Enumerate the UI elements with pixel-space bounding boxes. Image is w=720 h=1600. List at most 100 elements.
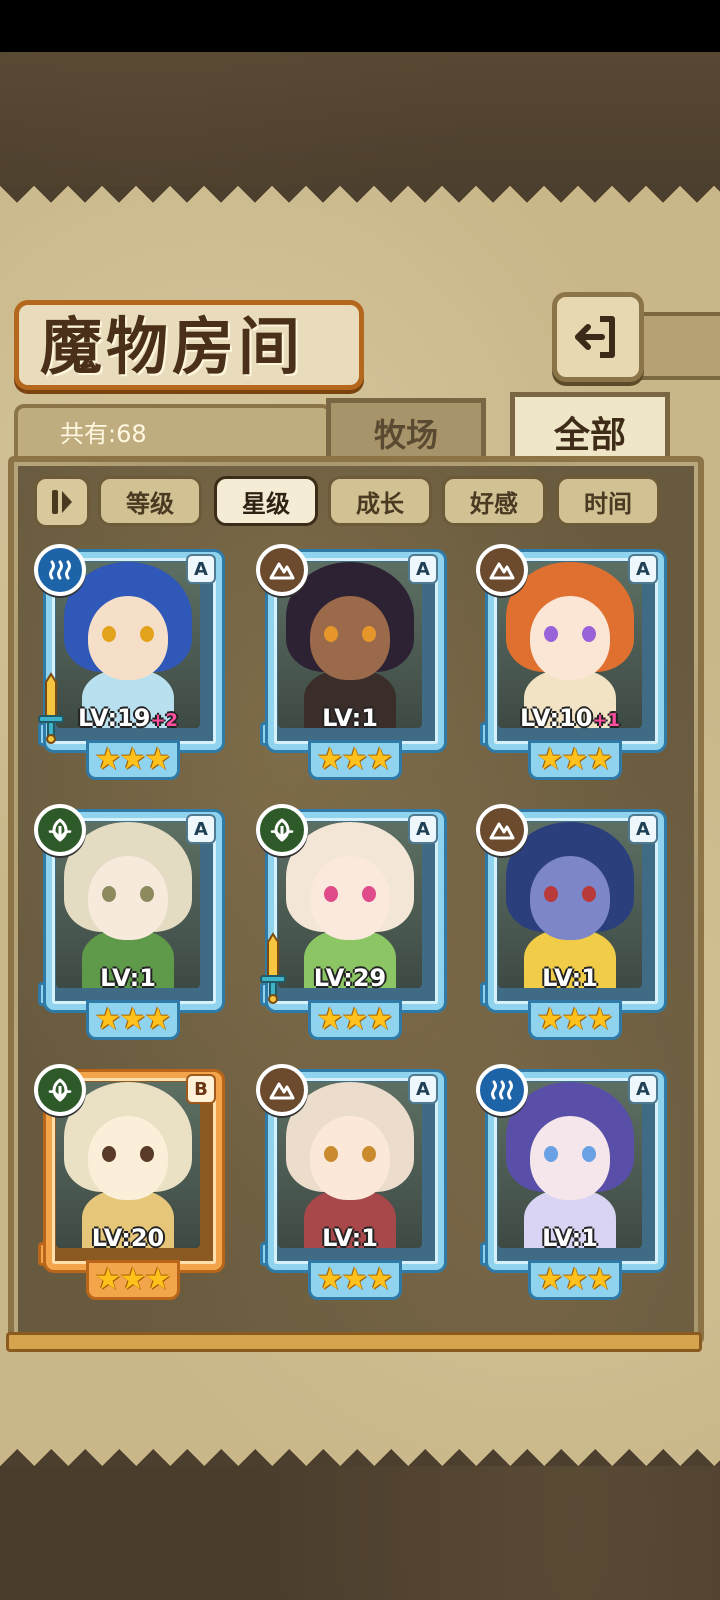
star-icon: ★ (94, 1262, 122, 1297)
monster-level: LV:20 (56, 1224, 200, 1252)
tab-pasture[interactable]: 牧场 (326, 398, 486, 463)
sort-order-icon (52, 490, 72, 514)
star-icon: ★ (316, 1262, 344, 1297)
rank-badge: A (186, 814, 216, 844)
background-band (0, 52, 720, 192)
star-icon: ★ (119, 1262, 147, 1297)
portrait-eye (362, 626, 376, 642)
water-icon (34, 544, 86, 596)
star-rating: ★ ★ ★ (86, 740, 180, 780)
monster-card[interactable]: LV:29 ★ ★ ★ A (256, 804, 446, 1040)
monster-level: LV:1 (278, 704, 422, 732)
sort-order-toggle[interactable] (34, 476, 90, 528)
sort-growth-button[interactable]: 成长 (328, 476, 432, 526)
portrait-eye (324, 886, 338, 902)
portrait-eye (324, 626, 338, 642)
list-bottom-rail (6, 1332, 702, 1352)
portrait-eye (102, 886, 116, 902)
star-icon: ★ (366, 742, 394, 777)
star-icon: ★ (94, 1002, 122, 1037)
star-rating: ★ ★ ★ (86, 1000, 180, 1040)
portrait-eye (140, 886, 154, 902)
monster-level: LV:29 (278, 964, 422, 992)
portrait-eye (582, 626, 596, 642)
star-icon: ★ (586, 1002, 614, 1037)
portrait-face (88, 596, 168, 680)
portrait-eye (582, 1146, 596, 1162)
portrait-face (310, 596, 390, 680)
star-icon: ★ (561, 1262, 589, 1297)
star-icon: ★ (341, 1002, 369, 1037)
star-icon: ★ (144, 1262, 172, 1297)
portrait-face (310, 856, 390, 940)
zigzag-border-bottom (0, 1432, 720, 1466)
monster-level: LV:19+2 (56, 704, 200, 732)
portrait-eye (362, 1146, 376, 1162)
back-button[interactable] (552, 292, 644, 382)
portrait-eye (140, 626, 154, 642)
level-text: LV:10 (519, 704, 593, 732)
plant-icon (34, 804, 86, 856)
sort-bar: 等级 星级 成长 好感 时间 (34, 476, 664, 528)
sword-icon (36, 672, 66, 744)
portrait-eye (582, 886, 596, 902)
star-rating: ★ ★ ★ (528, 1260, 622, 1300)
monster-level: LV:1 (56, 964, 200, 992)
sort-level-button[interactable]: 等级 (98, 476, 202, 526)
star-icon: ★ (561, 742, 589, 777)
plant-icon (34, 1064, 86, 1116)
portrait-eye (544, 626, 558, 642)
star-icon: ★ (316, 1002, 344, 1037)
level-text: LV:29 (313, 964, 387, 992)
sort-time-button[interactable]: 时间 (556, 476, 660, 526)
monster-card[interactable]: LV:1 ★ ★ ★ A (476, 1064, 666, 1300)
monster-level: LV:10+1 (498, 704, 642, 732)
star-rating: ★ ★ ★ (308, 1000, 402, 1040)
portrait-face (530, 856, 610, 940)
monster-card[interactable]: LV:10+1 ★ ★ ★ A (476, 544, 666, 780)
sort-star-button[interactable]: 星级 (214, 476, 318, 526)
portrait-face (530, 1116, 610, 1200)
rank-badge: A (186, 554, 216, 584)
level-text: LV:1 (100, 964, 156, 992)
monster-level: LV:1 (498, 964, 642, 992)
star-icon: ★ (586, 742, 614, 777)
water-icon (476, 1064, 528, 1116)
portrait-eye (140, 1146, 154, 1162)
sort-affection-button[interactable]: 好感 (442, 476, 546, 526)
level-text: LV:19 (77, 704, 151, 732)
star-icon: ★ (586, 1262, 614, 1297)
star-icon: ★ (94, 742, 122, 777)
portrait-eye (544, 886, 558, 902)
portrait-eye (324, 1146, 338, 1162)
plant-icon (256, 804, 308, 856)
status-bar (0, 0, 720, 52)
star-icon: ★ (144, 1002, 172, 1037)
zigzag-border-top (0, 186, 720, 220)
level-text: LV:1 (542, 964, 598, 992)
rank-badge: A (628, 814, 658, 844)
star-icon: ★ (536, 742, 564, 777)
earth-icon (476, 544, 528, 596)
rank-badge: B (186, 1074, 216, 1104)
monster-level: LV:1 (498, 1224, 642, 1252)
monster-card[interactable]: LV:19+2 ★ ★ ★ A (34, 544, 224, 780)
monster-card[interactable]: LV:20 ★ ★ ★ B (34, 1064, 224, 1300)
portrait-face (88, 856, 168, 940)
portrait-face (88, 1116, 168, 1200)
monster-card[interactable]: LV:1 ★ ★ ★ A (256, 1064, 446, 1300)
earth-icon (476, 804, 528, 856)
level-bonus: +2 (150, 710, 179, 731)
monster-card[interactable]: LV:1 ★ ★ ★ A (476, 804, 666, 1040)
portrait-eye (102, 1146, 116, 1162)
level-text: LV:1 (542, 1224, 598, 1252)
monster-card[interactable]: LV:1 ★ ★ ★ A (256, 544, 446, 780)
portrait-face (310, 1116, 390, 1200)
portrait-eye (544, 1146, 558, 1162)
rank-badge: A (628, 554, 658, 584)
portrait-eye (362, 886, 376, 902)
portrait-face (530, 596, 610, 680)
monster-card[interactable]: LV:1 ★ ★ ★ A (34, 804, 224, 1040)
portrait-eye (102, 626, 116, 642)
star-icon: ★ (119, 1002, 147, 1037)
